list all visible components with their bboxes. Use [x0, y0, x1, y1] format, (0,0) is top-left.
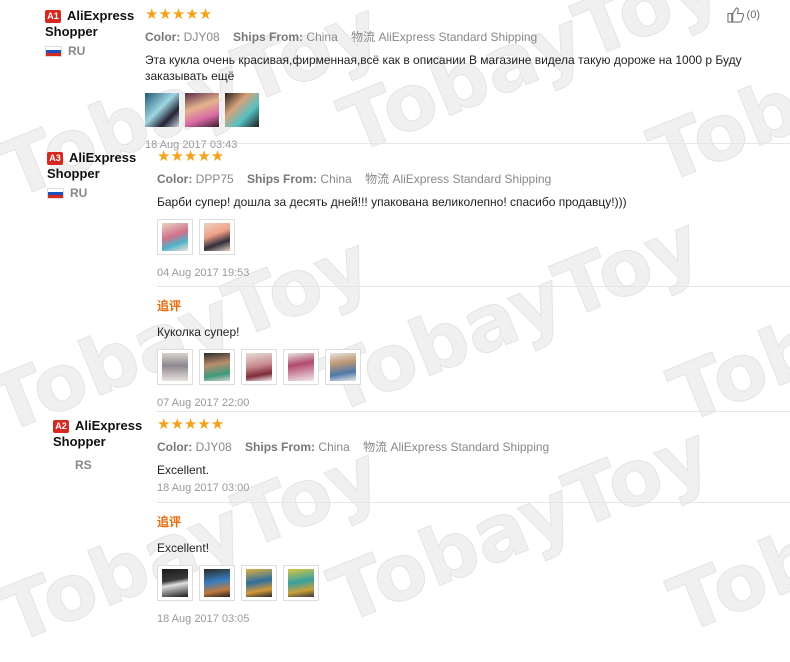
review-photo[interactable]: [283, 349, 319, 385]
rating-stars: ★★★★★: [157, 416, 225, 433]
additional-feedback-date: 18 Aug 2017 03:05: [157, 613, 250, 625]
order-info: Color: DPP75 Ships From: China 物流 AliExp…: [157, 172, 552, 186]
review-photo[interactable]: [241, 565, 277, 601]
review-photos: [157, 219, 757, 255]
review-photo[interactable]: [325, 349, 361, 385]
review-text: Эта кукла очень красивая,фирменная,всё к…: [145, 53, 742, 83]
russia-flag-icon: [47, 188, 64, 200]
review-photo[interactable]: [185, 93, 219, 127]
rating-stars: ★★★★★: [145, 6, 213, 23]
review-content: ★★★★★ Color: DJY08 Ships From: China 物流 …: [157, 416, 790, 625]
review-text: Excellent.: [157, 463, 210, 477]
reviewer-info: A2 AliExpress Shopper RS: [53, 418, 153, 472]
review-item: A1 AliExpress Shopper RU ★★★★★ Color: DJY…: [0, 0, 790, 151]
review-photo[interactable]: [157, 349, 193, 385]
additional-photos: [157, 349, 757, 385]
review-photo[interactable]: [145, 93, 179, 127]
review-photo[interactable]: [157, 565, 193, 601]
review-date: 04 Aug 2017 19:53: [157, 267, 250, 279]
review-photo[interactable]: [199, 349, 235, 385]
additional-feedback-date: 07 Aug 2017 22:00: [157, 397, 250, 409]
additional-feedback-label: 追评: [157, 515, 182, 529]
thumbs-up-icon: [726, 7, 744, 23]
review-photo[interactable]: [199, 219, 235, 255]
country-code: RU: [68, 44, 86, 58]
russia-flag-icon: [45, 46, 62, 58]
review-item: A2 AliExpress Shopper RS ★★★★★ Color: DJY…: [0, 413, 790, 625]
country-code: RU: [70, 186, 88, 200]
additional-feedback-text: Куколка супер!: [157, 325, 240, 339]
level-badge: A3: [47, 152, 63, 166]
review-date: 18 Aug 2017 03:00: [157, 482, 250, 494]
helpful-button[interactable]: (0): [726, 7, 760, 23]
review-item: A3 AliExpress Shopper RU ★★★★★ Color: DPP…: [0, 145, 790, 413]
additional-feedback-label: 追评: [157, 299, 182, 313]
reviewer-info: A1 AliExpress Shopper RU: [45, 8, 135, 58]
level-badge: A2: [53, 420, 69, 434]
review-photos: [145, 93, 765, 127]
level-badge: A1: [45, 10, 61, 24]
country-code: RS: [75, 458, 92, 472]
divider: [157, 286, 790, 287]
review-photo[interactable]: [157, 219, 193, 255]
review-photo[interactable]: [199, 565, 235, 601]
divider: [157, 502, 790, 503]
review-photo[interactable]: [241, 349, 277, 385]
review-photo[interactable]: [283, 565, 319, 601]
order-info: Color: DJY08 Ships From: China 物流 AliExp…: [145, 30, 538, 44]
rating-stars: ★★★★★: [157, 148, 225, 165]
review-text: Барби супер! дошла за десять дней!!! упа…: [157, 195, 627, 209]
reviewer-info: A3 AliExpress Shopper RU: [47, 150, 147, 200]
helpful-count: (0): [746, 8, 760, 21]
additional-feedback-text: Excellent!: [157, 541, 210, 555]
review-content: ★★★★★ Color: DPP75 Ships From: China 物流 …: [157, 148, 790, 409]
review-content: ★★★★★ Color: DJY08 Ships From: China 物流 …: [145, 7, 765, 151]
additional-photos: [157, 565, 757, 601]
order-info: Color: DJY08 Ships From: China 物流 AliExp…: [157, 440, 550, 454]
review-photo[interactable]: [225, 93, 259, 127]
